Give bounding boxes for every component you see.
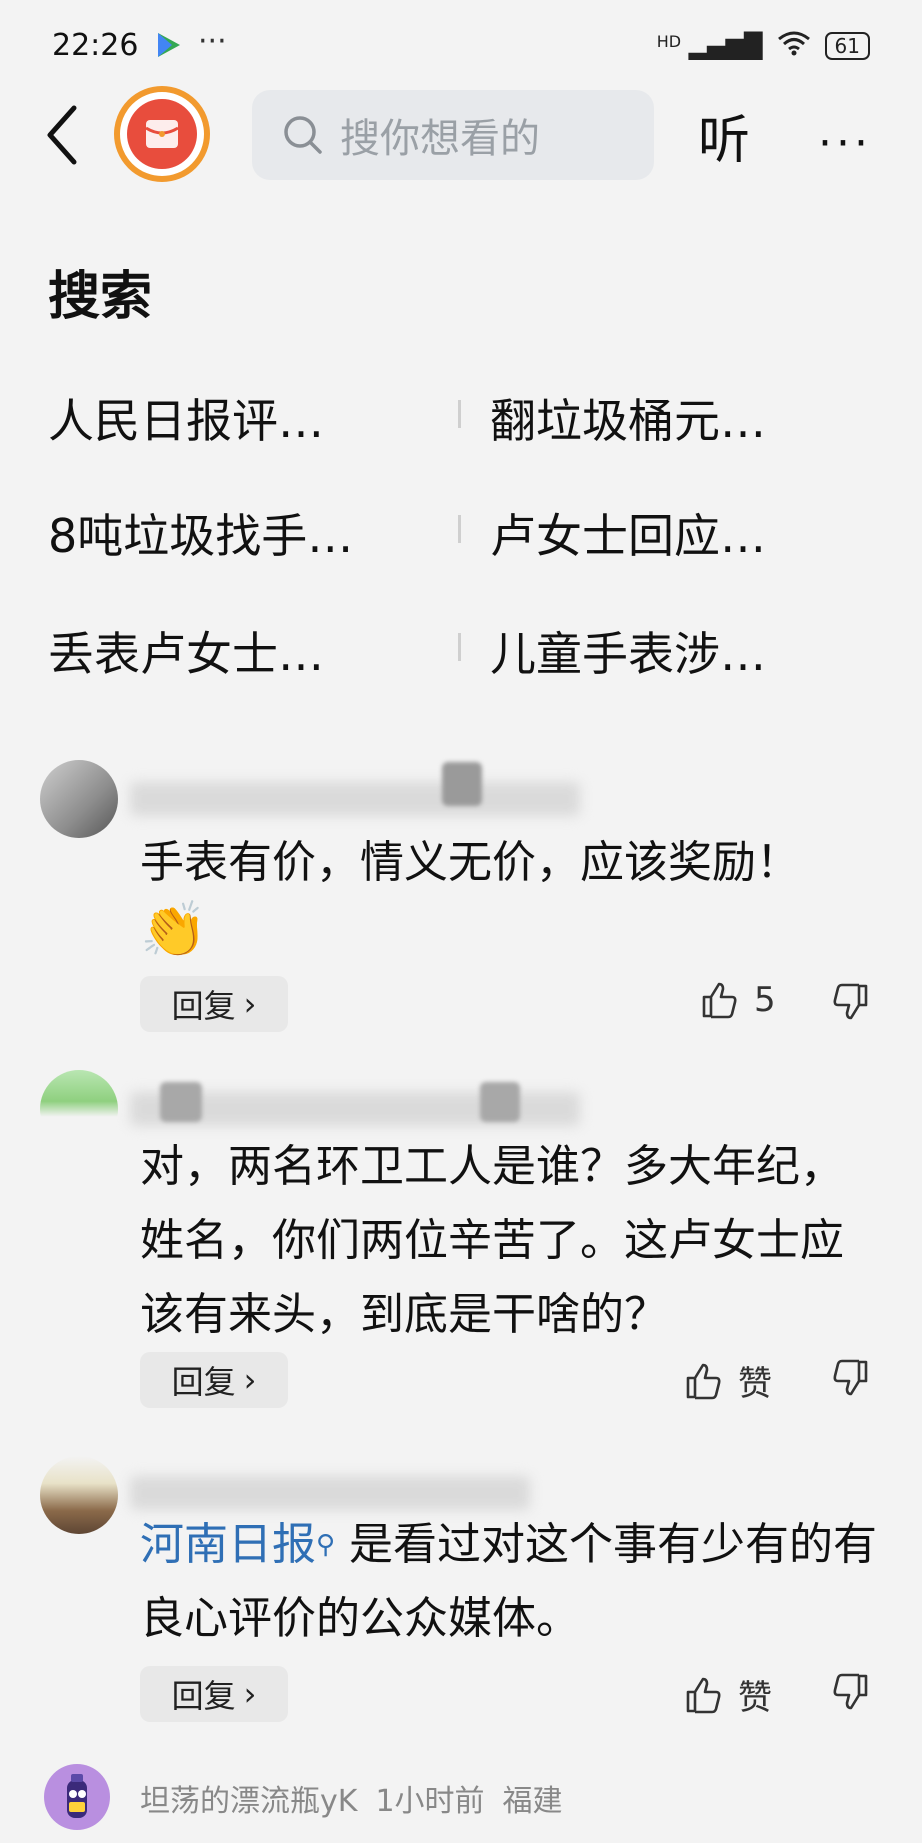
- dislike-button[interactable]: [830, 1358, 870, 1402]
- search-input[interactable]: 搜你想看的: [252, 90, 654, 180]
- thumbs-down-icon: [833, 983, 868, 1020]
- dislike-button[interactable]: [830, 982, 870, 1026]
- hot-search-item[interactable]: 翻垃圾桶元…: [490, 385, 766, 451]
- hot-search-item[interactable]: 儿童手表涉…: [490, 618, 766, 684]
- clap-emoji: 👏: [140, 898, 208, 961]
- chevron-right-icon: ›: [243, 1675, 257, 1713]
- search-icon: ⚲: [316, 1530, 336, 1560]
- reply-button[interactable]: 回复 ›: [140, 976, 288, 1032]
- thumbs-up-icon: [686, 1677, 721, 1713]
- search-placeholder: 搜你想看的: [340, 116, 540, 162]
- red-envelope-icon[interactable]: [114, 86, 210, 182]
- like-button[interactable]: 5: [700, 980, 776, 1020]
- status-more-icon: ···: [198, 24, 227, 59]
- battery-icon: 61: [824, 32, 870, 60]
- wifi-icon: [777, 30, 811, 62]
- hot-search-item[interactable]: 人民日报评…: [48, 385, 324, 451]
- status-icons: HD ▂▄▆█ 61: [657, 30, 870, 62]
- comment-text: 手表有价，情义无价，应该奖励！: [140, 837, 800, 888]
- topic-link[interactable]: 河南日报: [140, 1519, 316, 1570]
- redaction-block: [160, 1082, 202, 1122]
- avatar[interactable]: [40, 1456, 118, 1534]
- avatar[interactable]: [40, 760, 118, 838]
- username[interactable]: 坦荡的漂流瓶yK: [140, 1776, 357, 1820]
- thumbs-down-icon: [833, 1673, 868, 1710]
- reply-button[interactable]: 回复 ›: [140, 1666, 288, 1722]
- reply-label: 回复: [171, 1363, 236, 1401]
- like-count: 5: [754, 980, 776, 1020]
- comment-meta: 坦荡的漂流瓶yK 1小时前 福建: [140, 1776, 563, 1820]
- redacted-user-meta: [130, 1476, 530, 1510]
- like-button[interactable]: 赞: [684, 1670, 772, 1719]
- thumbs-up-icon: [702, 982, 737, 1019]
- reply-label: 回复: [171, 987, 236, 1025]
- like-label: 赞: [738, 1678, 772, 1718]
- comment-text: 河南日报⚲ 是看过对这个事有少有的有良心评价的公众媒体。: [140, 1508, 900, 1656]
- timestamp: 1小时前: [375, 1784, 485, 1819]
- redacted-user-meta: [130, 782, 580, 816]
- hot-search-item[interactable]: 丢表卢女士…: [48, 618, 324, 684]
- avatar[interactable]: [40, 1070, 118, 1148]
- reply-button[interactable]: 回复 ›: [140, 1352, 288, 1408]
- chevron-right-icon: ›: [243, 1361, 257, 1399]
- reply-label: 回复: [171, 1677, 236, 1715]
- signal-icon: HD ▂▄▆█: [656, 32, 763, 60]
- section-title: 搜索: [48, 267, 153, 327]
- bottle-character-icon: [67, 1774, 87, 1818]
- more-button[interactable]: ···: [818, 118, 872, 169]
- hot-search-item[interactable]: 卢女士回应…: [490, 500, 766, 566]
- redaction-block: [442, 762, 482, 806]
- avatar[interactable]: [44, 1764, 110, 1830]
- dislike-button[interactable]: [830, 1672, 870, 1716]
- like-button[interactable]: 赞: [684, 1356, 772, 1405]
- comment-text: 对，两名环卫工人是谁？多大年纪，姓名，你们两位辛苦了。这卢女士应该有来头，到底是…: [140, 1141, 844, 1340]
- divider: [458, 515, 461, 543]
- location: 福建: [502, 1784, 563, 1819]
- thumbs-up-icon: [686, 1363, 721, 1399]
- listen-button[interactable]: 听: [698, 98, 750, 173]
- status-time: 22:26: [52, 28, 139, 63]
- play-store-icon: [154, 30, 184, 60]
- chevron-right-icon: ›: [243, 985, 257, 1023]
- divider: [458, 633, 461, 661]
- search-icon: [284, 116, 322, 154]
- back-button[interactable]: [40, 100, 88, 170]
- hot-search-item[interactable]: 8吨垃圾找手…: [48, 500, 353, 566]
- redaction-block: [480, 1082, 520, 1122]
- thumbs-down-icon: [833, 1359, 868, 1396]
- divider: [458, 400, 461, 428]
- like-label: 赞: [738, 1364, 772, 1404]
